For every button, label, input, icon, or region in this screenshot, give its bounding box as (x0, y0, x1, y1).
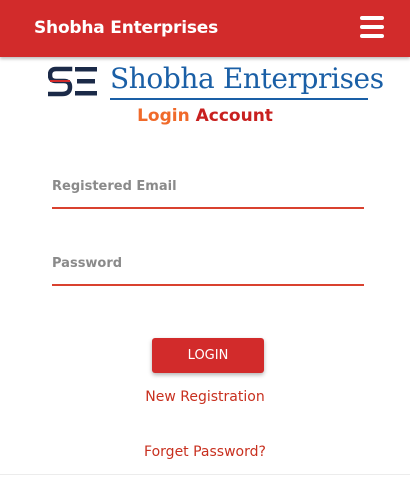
menu-bar (360, 34, 384, 38)
se-monogram-icon (48, 66, 97, 97)
hamburger-menu-icon[interactable] (360, 16, 384, 38)
company-logo: Shobha Enterprises (48, 62, 384, 102)
login-button[interactable]: LOGIN (152, 338, 264, 373)
title-login-word: Login (137, 106, 190, 126)
title-account-word: Account (195, 106, 273, 126)
top-navbar: Shobha Enterprises (0, 0, 410, 57)
password-field[interactable] (52, 252, 364, 274)
password-field-wrapper (52, 244, 364, 286)
logo-text: Shobha Enterprises (110, 62, 384, 95)
page-divider (0, 474, 410, 475)
menu-bar (360, 25, 384, 29)
forget-password-link[interactable]: Forget Password? (0, 444, 410, 460)
email-field-wrapper (52, 167, 364, 209)
new-registration-link[interactable]: New Registration (0, 389, 410, 405)
logo-underline (110, 98, 368, 100)
login-page: Shobha Enterprises Shobha Enterprises Lo… (0, 0, 410, 477)
navbar-brand[interactable]: Shobha Enterprises (34, 18, 218, 38)
page-title: Login Account (0, 106, 410, 126)
email-field[interactable] (52, 175, 364, 197)
menu-bar (360, 16, 384, 20)
